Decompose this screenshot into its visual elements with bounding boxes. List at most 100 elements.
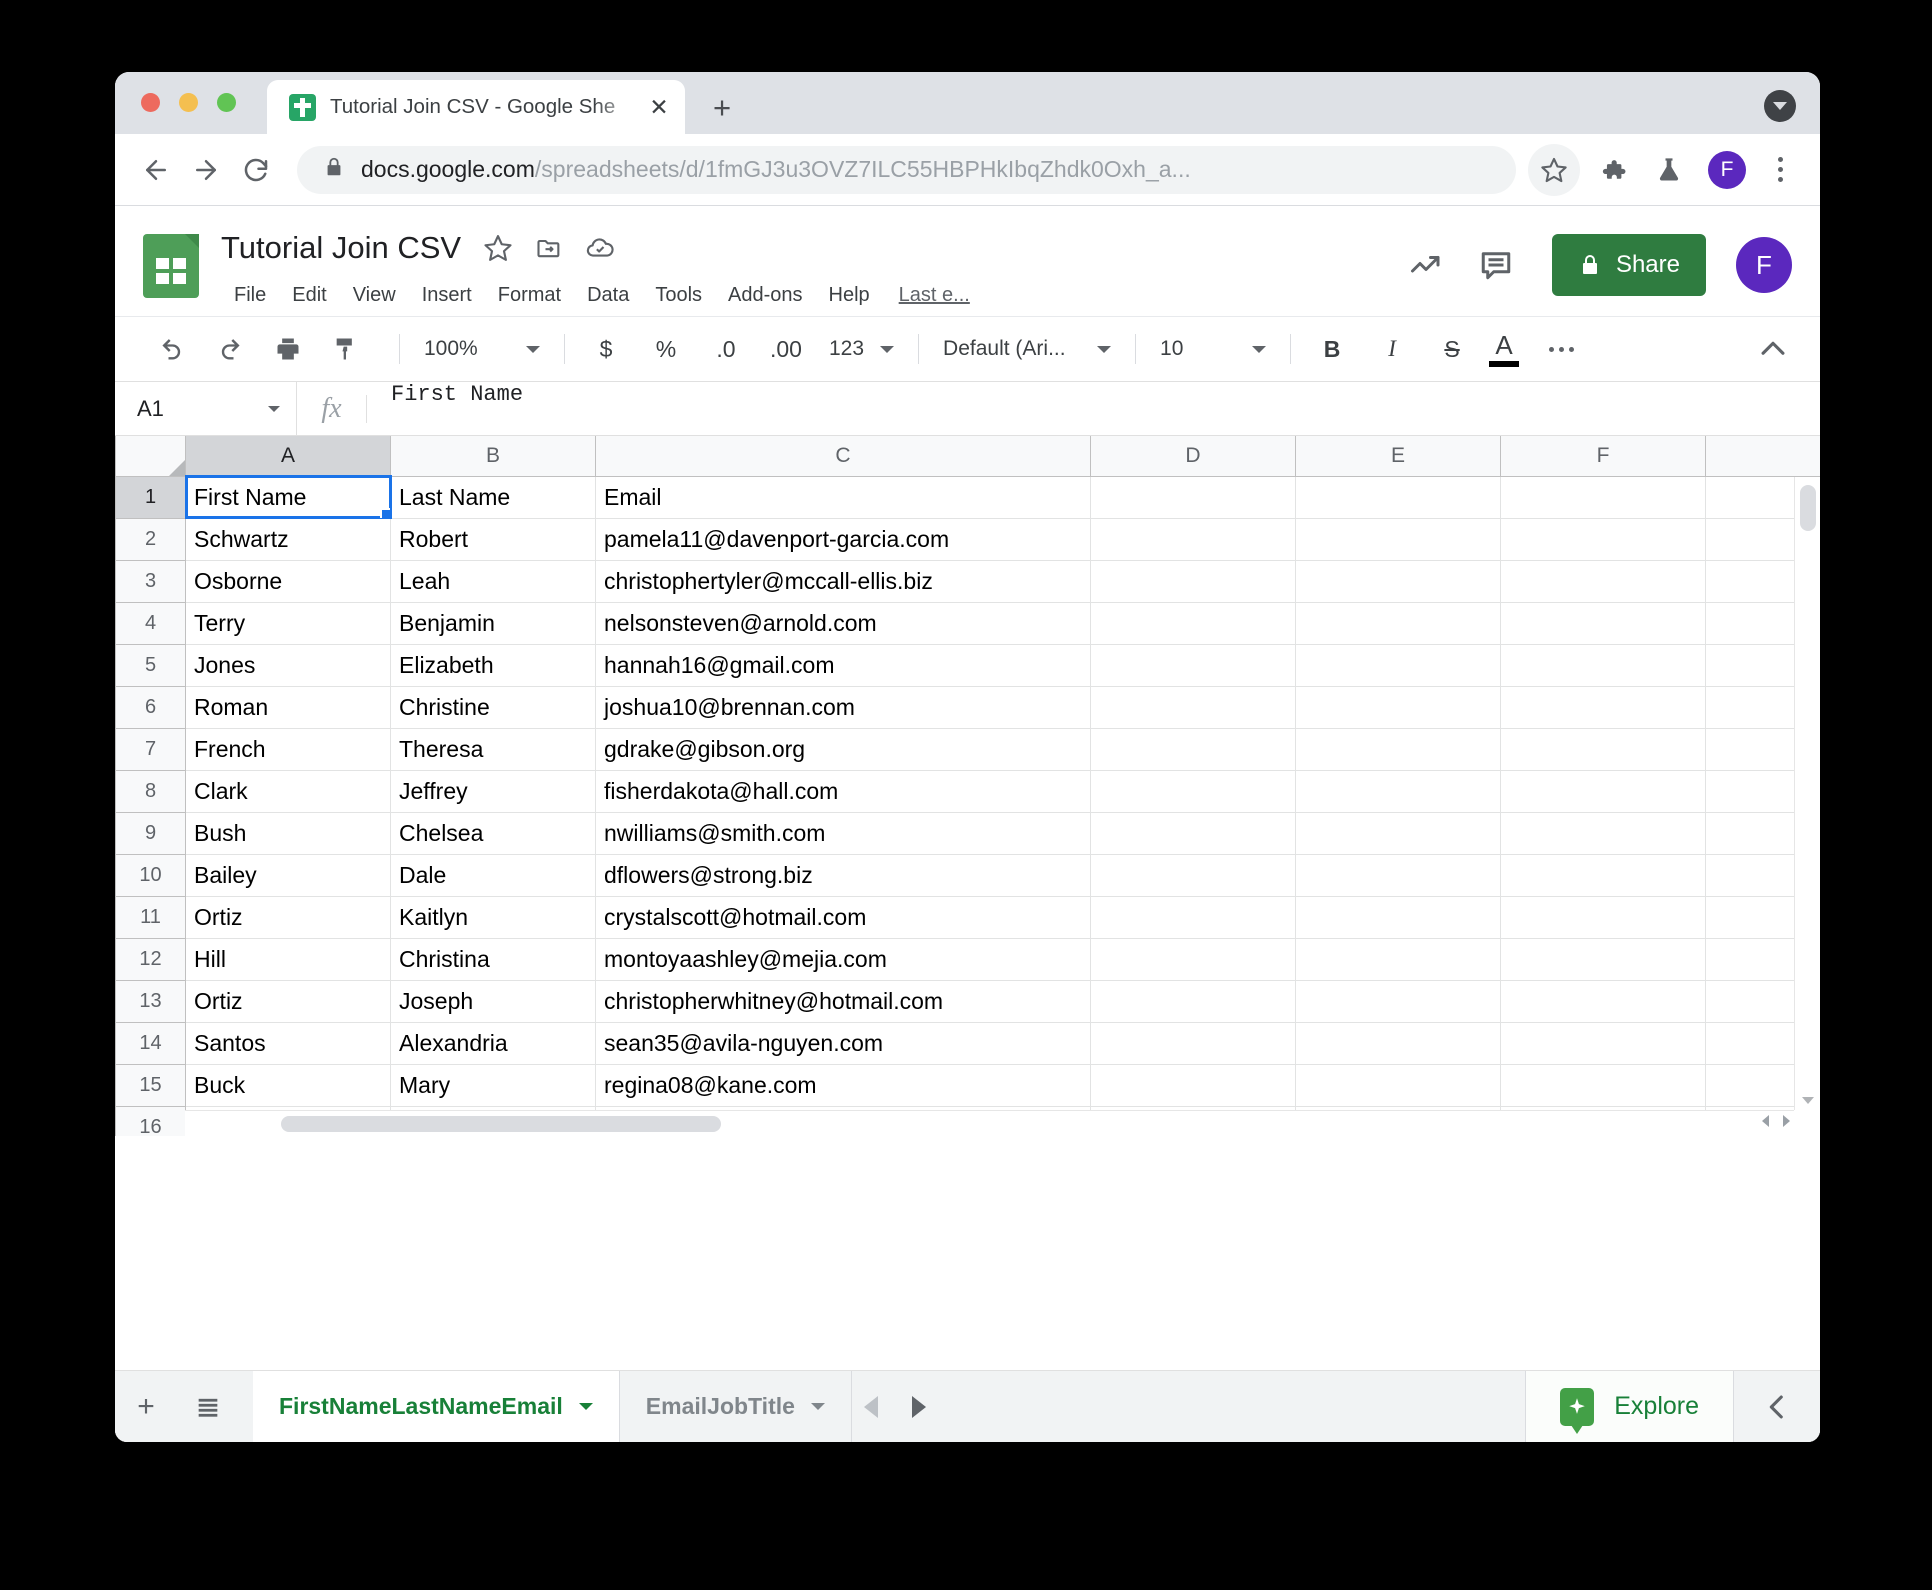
move-to-folder-icon[interactable] <box>535 234 563 262</box>
grid-cell-C11[interactable]: crystalscott@hotmail.com <box>595 895 1091 939</box>
grid-cell-C5[interactable]: hannah16@gmail.com <box>595 643 1091 687</box>
last-edit-link[interactable]: Last e... <box>899 284 970 307</box>
menu-file[interactable]: File <box>221 278 279 313</box>
back-arrow-icon[interactable] <box>131 145 181 195</box>
chrome-menu-icon[interactable] <box>1760 157 1800 182</box>
grid-cell-C9[interactable]: nwilliams@smith.com <box>595 811 1091 855</box>
grid-cell-empty[interactable] <box>1090 937 1296 981</box>
grid-cell-empty[interactable] <box>1090 1021 1296 1065</box>
grid-cell-empty[interactable] <box>1500 811 1706 855</box>
row-header-9[interactable]: 9 <box>115 811 186 855</box>
column-header-e[interactable]: E <box>1295 436 1501 477</box>
sheet-tab-firstnamelastnameemail[interactable]: FirstNameLastNameEmail <box>253 1371 620 1442</box>
row-header-16[interactable]: 16 <box>115 1105 186 1136</box>
row-header-1[interactable]: 1 <box>115 475 186 519</box>
grid-cell-C13[interactable]: christopherwhitney@hotmail.com <box>595 979 1091 1023</box>
grid-cell-A14[interactable]: Santos <box>185 1021 391 1065</box>
row-header-13[interactable]: 13 <box>115 979 186 1023</box>
grid-cell-A12[interactable]: Hill <box>185 937 391 981</box>
grid-cell-empty[interactable] <box>1090 685 1296 729</box>
grid-cell-empty[interactable] <box>1500 727 1706 771</box>
menu-insert[interactable]: Insert <box>409 278 485 313</box>
grid-cell-C12[interactable]: montoyaashley@mejia.com <box>595 937 1091 981</box>
more-number-formats-dropdown[interactable]: 123 <box>823 337 900 361</box>
undo-icon[interactable] <box>149 326 195 372</box>
scroll-left-icon[interactable] <box>1762 1115 1769 1127</box>
grid-cell-C3[interactable]: christophertyler@mccall-ellis.biz <box>595 559 1091 603</box>
grid-cell-empty[interactable] <box>1090 769 1296 813</box>
grid-cell-C2[interactable]: pamela11@davenport-garcia.com <box>595 517 1091 561</box>
labs-flask-icon[interactable] <box>1646 147 1692 193</box>
row-header-5[interactable]: 5 <box>115 643 186 687</box>
minimize-window-button[interactable] <box>179 93 198 112</box>
chrome-profile-avatar[interactable]: F <box>1708 150 1746 189</box>
grid-cell-empty[interactable] <box>1295 937 1501 981</box>
grid-cell-C8[interactable]: fisherdakota@hall.com <box>595 769 1091 813</box>
grid-cell-B6[interactable]: Christine <box>390 685 596 729</box>
row-header-4[interactable]: 4 <box>115 601 186 645</box>
row-header-15[interactable]: 15 <box>115 1063 186 1107</box>
menu-format[interactable]: Format <box>485 278 574 313</box>
chevron-down-icon[interactable] <box>578 1403 593 1410</box>
column-header-g[interactable] <box>1705 436 1820 477</box>
decrease-decimal-button[interactable]: .0 <box>703 326 749 372</box>
grid-cell-empty[interactable] <box>1295 685 1501 729</box>
grid-cell-B9[interactable]: Chelsea <box>390 811 596 855</box>
grid-cell-empty[interactable] <box>1500 979 1706 1023</box>
scroll-down-icon[interactable] <box>1802 1097 1814 1104</box>
new-tab-button[interactable]: + <box>703 88 741 126</box>
grid-cell-A6[interactable]: Roman <box>185 685 391 729</box>
grid-cell-empty[interactable] <box>1295 1063 1501 1107</box>
grid-cell-empty[interactable] <box>1090 727 1296 771</box>
scroll-right-icon[interactable] <box>1783 1115 1790 1127</box>
previous-sheet-icon[interactable] <box>863 1395 878 1418</box>
grid-cell-B2[interactable]: Robert <box>390 517 596 561</box>
row-header-11[interactable]: 11 <box>115 895 186 939</box>
menu-edit[interactable]: Edit <box>279 278 339 313</box>
grid-cell-empty[interactable] <box>1295 517 1501 561</box>
grid-cell-B15[interactable]: Mary <box>390 1063 596 1107</box>
grid-cell-empty[interactable] <box>1500 517 1706 561</box>
sheets-account-avatar[interactable]: F <box>1736 237 1792 293</box>
vertical-scrollbar[interactable] <box>1794 477 1820 1110</box>
horizontal-scrollbar-thumb[interactable] <box>281 1116 721 1132</box>
grid-cell-C10[interactable]: dflowers@strong.biz <box>595 853 1091 897</box>
grid-cell-B13[interactable]: Joseph <box>390 979 596 1023</box>
row-header-14[interactable]: 14 <box>115 1021 186 1065</box>
vertical-scrollbar-thumb[interactable] <box>1800 485 1816 531</box>
grid-cell-empty[interactable] <box>1500 475 1706 519</box>
star-doc-icon[interactable] <box>483 233 513 263</box>
grid-cell-A13[interactable]: Ortiz <box>185 979 391 1023</box>
grid-cell-A1[interactable]: First Name <box>184 475 392 519</box>
grid-cell-B1[interactable]: Last Name <box>390 475 596 519</box>
paint-format-icon[interactable] <box>323 326 369 372</box>
print-icon[interactable] <box>265 326 311 372</box>
format-percent-button[interactable]: % <box>643 326 689 372</box>
grid-cell-empty[interactable] <box>1090 517 1296 561</box>
all-sheets-list-icon[interactable] <box>177 1371 239 1442</box>
grid-cell-empty[interactable] <box>1500 937 1706 981</box>
row-header-3[interactable]: 3 <box>115 559 186 603</box>
grid-cell-empty[interactable] <box>1295 601 1501 645</box>
menu-add-ons[interactable]: Add-ons <box>715 278 816 313</box>
share-button[interactable]: Share <box>1551 234 1706 296</box>
grid-cell-B14[interactable]: Alexandria <box>390 1021 596 1065</box>
toolbar-more-button[interactable] <box>1549 346 1575 352</box>
grid-cell-A8[interactable]: Clark <box>185 769 391 813</box>
column-header-f[interactable]: F <box>1500 436 1706 477</box>
grid-cell-empty[interactable] <box>1090 559 1296 603</box>
activity-dashboard-trending-up-icon[interactable] <box>1398 237 1454 293</box>
grid-cell-A2[interactable]: Schwartz <box>185 517 391 561</box>
grid-cell-empty[interactable] <box>1090 475 1296 519</box>
grid-cell-empty[interactable] <box>1090 979 1296 1023</box>
grid-cell-C6[interactable]: joshua10@brennan.com <box>595 685 1091 729</box>
grid-cell-C1[interactable]: Email <box>595 475 1091 519</box>
url-omnibox[interactable]: docs.google.com/spreadsheets/d/1fmGJ3u3O… <box>297 145 1516 194</box>
grid-cell-B5[interactable]: Elizabeth <box>390 643 596 687</box>
column-header-a[interactable]: A <box>185 436 391 477</box>
grid-cell-empty[interactable] <box>1295 559 1501 603</box>
grid-cell-empty[interactable] <box>1295 853 1501 897</box>
select-all-corner[interactable] <box>115 436 186 477</box>
row-header-6[interactable]: 6 <box>115 685 186 729</box>
bold-button[interactable]: B <box>1309 326 1355 372</box>
